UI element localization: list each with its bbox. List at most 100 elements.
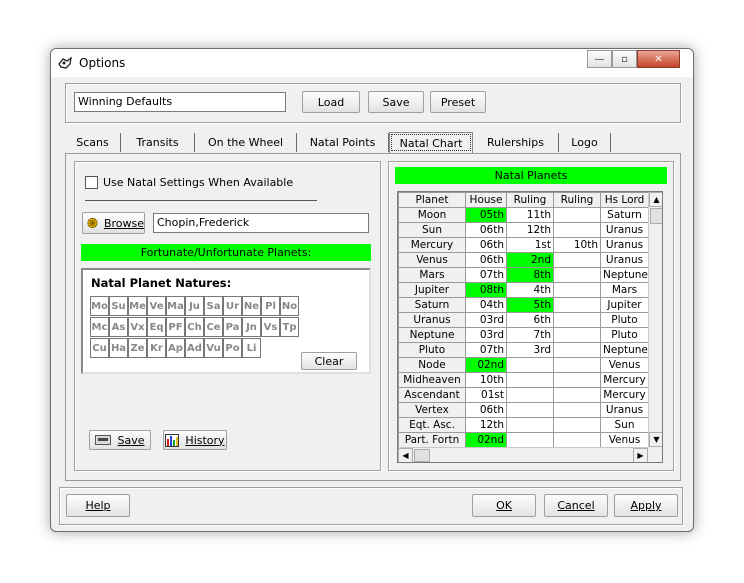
house-cell: 03rd — [465, 327, 507, 343]
planet-toggle[interactable]: Vx — [128, 317, 147, 337]
planet-cell: Sun — [398, 222, 466, 238]
browse-button[interactable]: Browse — [82, 212, 145, 234]
table-row[interactable]: Node 02nd Venus — [398, 357, 649, 373]
planet-toggle[interactable]: Vu — [204, 338, 223, 358]
planet-toggle[interactable]: Kr — [147, 338, 166, 358]
restore-button[interactable]: ▫ — [612, 50, 637, 68]
vertical-scrollbar[interactable]: ▲ ▼ — [648, 192, 662, 447]
col-ruling-2: Ruling — [553, 192, 601, 208]
close-button[interactable]: ✕ — [637, 50, 680, 68]
table-row[interactable]: Vertex 06th Uranus — [398, 402, 649, 418]
tab-logo[interactable]: Logo — [559, 133, 611, 152]
planet-toggle[interactable]: Ma — [166, 296, 185, 316]
planet-toggle[interactable]: Pa — [223, 317, 242, 337]
hs-lord-cell: Mercury — [600, 372, 649, 388]
disk-icon — [95, 435, 112, 445]
table-row[interactable]: Moon 05th 11th Saturn — [398, 207, 649, 223]
vertical-scroll-thumb[interactable] — [650, 208, 662, 224]
horizontal-scrollbar[interactable]: ◀ ▶ — [398, 447, 648, 462]
planet-toggle[interactable]: Su — [109, 296, 128, 316]
tab-on-the-wheel[interactable]: On the Wheel — [195, 133, 297, 152]
scroll-down-arrow-icon[interactable]: ▼ — [649, 432, 662, 447]
table-row[interactable]: Ascendant 01st Mercury — [398, 387, 649, 403]
tab-rulerships[interactable]: Rulerships — [473, 133, 559, 152]
load-button[interactable]: Load — [302, 91, 360, 113]
house-cell: 10th — [465, 372, 507, 388]
planet-toggle[interactable]: As — [109, 317, 128, 337]
planet-toggle[interactable]: Jn — [242, 317, 261, 337]
ruling-2-cell — [553, 357, 601, 373]
planet-cell: Pluto — [398, 342, 466, 358]
save-chart-button[interactable]: Save — [89, 430, 151, 450]
preset-button[interactable]: Preset — [430, 91, 486, 113]
table-row[interactable]: Jupiter 08th 4th Mars — [398, 282, 649, 298]
history-button[interactable]: History — [163, 430, 227, 450]
chart-name-input[interactable]: Chopin,Frederick — [153, 213, 369, 233]
table-row[interactable]: Eqt. Asc. 12th Sun — [398, 417, 649, 433]
clear-button[interactable]: Clear — [301, 352, 357, 370]
tab-natal-chart[interactable]: Natal Chart — [389, 132, 473, 153]
planet-toggle[interactable]: Li — [242, 338, 261, 358]
table-row[interactable]: Uranus 03rd 6th Pluto — [398, 312, 649, 328]
table-row[interactable]: Part. Fortn 02nd Venus — [398, 432, 649, 448]
scroll-up-arrow-icon[interactable]: ▲ — [649, 192, 662, 207]
planet-toggle[interactable]: Pl — [261, 296, 280, 316]
tab-natal-points[interactable]: Natal Points — [297, 133, 389, 152]
natal-planets-table: Planet House Ruling Ruling Hs Lord Moon 0… — [398, 192, 649, 448]
horizontal-scroll-thumb[interactable] — [414, 449, 430, 462]
planet-toggle[interactable]: Ve — [147, 296, 166, 316]
scroll-right-arrow-icon[interactable]: ▶ — [633, 448, 648, 462]
planet-toggle[interactable]: Me — [128, 296, 147, 316]
planet-toggle[interactable]: No — [280, 296, 299, 316]
planet-toggle[interactable]: Po — [223, 338, 242, 358]
scroll-left-arrow-icon[interactable]: ◀ — [398, 448, 413, 462]
ruling-1-cell: 5th — [506, 297, 554, 313]
house-cell: 02nd — [465, 357, 507, 373]
planet-toggle[interactable]: Ad — [185, 338, 204, 358]
planet-toggle[interactable]: Ne — [242, 296, 261, 316]
table-row[interactable]: Sun 06th 12th Uranus — [398, 222, 649, 238]
planet-toggle[interactable]: Ju — [185, 296, 204, 316]
planet-toggle[interactable]: Vs — [261, 317, 280, 337]
natal-planets-grid[interactable]: Planet House Ruling Ruling Hs Lord Moon 0… — [397, 191, 663, 463]
ruling-2-cell: 10th — [553, 237, 601, 253]
use-natal-checkbox[interactable] — [85, 176, 98, 189]
planet-toggle[interactable]: Mc — [90, 317, 109, 337]
table-row[interactable]: Neptune 03rd 7th Pluto — [398, 327, 649, 343]
table-row[interactable]: Midheaven 10th Mercury — [398, 372, 649, 388]
cancel-button[interactable]: Cancel — [544, 494, 608, 517]
planet-toggle[interactable]: Ce — [204, 317, 223, 337]
browse-label: Browse — [103, 216, 144, 230]
preset-name-input[interactable]: Winning Defaults — [74, 92, 286, 112]
save-preset-button[interactable]: Save — [368, 91, 424, 113]
table-row[interactable]: Mars 07th 8th Neptune — [398, 267, 649, 283]
house-cell: 08th — [465, 282, 507, 298]
planet-toggle[interactable]: PF — [166, 317, 185, 337]
hs-lord-cell: Venus — [600, 357, 649, 373]
ruling-2-cell — [553, 312, 601, 328]
planet-toggle[interactable]: Ze — [128, 338, 147, 358]
tab-transits[interactable]: Transits — [121, 133, 195, 152]
ok-button[interactable]: OK — [472, 494, 536, 517]
tab-panel: Use Natal Settings When Available Browse… — [65, 153, 681, 481]
table-row[interactable]: Pluto 07th 3rd Neptune — [398, 342, 649, 358]
ruling-1-cell: 3rd — [506, 342, 554, 358]
table-row[interactable]: Mercury 06th 1st 10th Uranus — [398, 237, 649, 253]
ruling-2-cell — [553, 252, 601, 268]
help-button[interactable]: Help — [66, 494, 130, 517]
planet-toggle[interactable]: Ha — [109, 338, 128, 358]
table-row[interactable]: Saturn 04th 5th Jupiter — [398, 297, 649, 313]
planet-toggle[interactable]: Mo — [90, 296, 109, 316]
planet-toggle[interactable]: Sa — [204, 296, 223, 316]
table-row[interactable]: Venus 06th 2nd Uranus — [398, 252, 649, 268]
planet-toggle[interactable]: Ch — [185, 317, 204, 337]
minimize-button[interactable]: — — [587, 50, 612, 68]
planet-toggle[interactable]: Ur — [223, 296, 242, 316]
planet-toggle[interactable]: Tp — [280, 317, 299, 337]
planet-toggle[interactable]: Cu — [90, 338, 109, 358]
apply-button[interactable]: Apply — [614, 494, 678, 517]
tab-scans[interactable]: Scans — [65, 133, 121, 152]
ruling-2-cell — [553, 327, 601, 343]
planet-toggle[interactable]: Ap — [166, 338, 185, 358]
planet-toggle[interactable]: Eq — [147, 317, 166, 337]
